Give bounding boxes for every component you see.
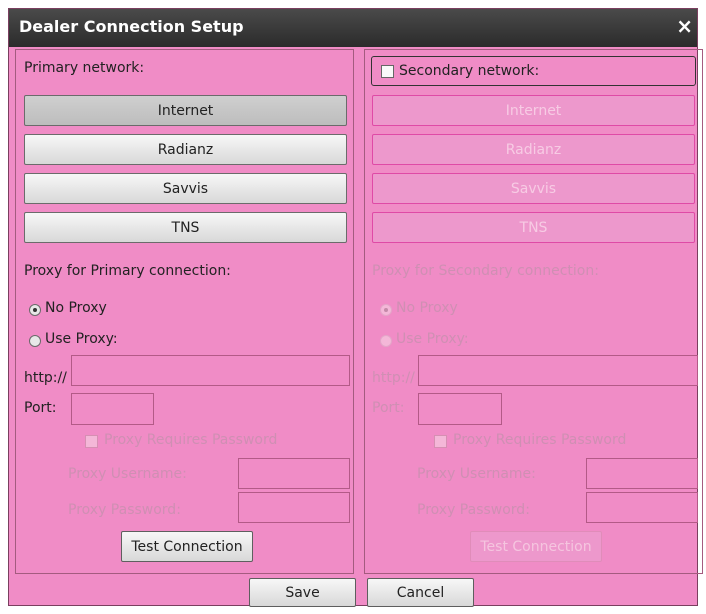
secondary-port-input[interactable]: [418, 393, 502, 425]
primary-no-proxy-radio[interactable]: [29, 304, 41, 316]
save-button[interactable]: Save: [249, 578, 356, 607]
secondary-no-proxy-radio[interactable]: [380, 304, 392, 316]
secondary-username-label: Proxy Username:: [417, 466, 536, 482]
primary-use-proxy-radio[interactable]: [29, 335, 41, 347]
secondary-network-toggle[interactable]: Secondary network:: [371, 56, 696, 86]
primary-test-connection-button[interactable]: Test Connection: [121, 531, 253, 562]
primary-proxy-url-input[interactable]: [71, 355, 350, 386]
secondary-network-tns[interactable]: TNS: [372, 212, 695, 243]
secondary-test-connection-button[interactable]: Test Connection: [470, 531, 602, 562]
secondary-no-proxy-label: No Proxy: [396, 300, 458, 316]
secondary-network-internet[interactable]: Internet: [372, 95, 695, 126]
primary-panel: Primary network: Internet Radianz Savvis…: [15, 49, 354, 574]
secondary-network-savvis[interactable]: Savvis: [372, 173, 695, 204]
secondary-network-label: Secondary network:: [399, 63, 540, 79]
close-icon[interactable]: ×: [676, 16, 693, 36]
primary-use-proxy-label: Use Proxy:: [45, 331, 118, 347]
title-bar: Dealer Connection Setup ×: [9, 9, 697, 47]
secondary-username-input[interactable]: [586, 458, 698, 489]
secondary-proxy-url-input[interactable]: [418, 355, 698, 386]
primary-network-radianz[interactable]: Radianz: [24, 134, 347, 165]
secondary-use-proxy-label: Use Proxy:: [396, 331, 469, 347]
secondary-network-radianz[interactable]: Radianz: [372, 134, 695, 165]
dialog-footer: Save Cancel: [9, 574, 697, 607]
primary-network-label: Primary network:: [24, 60, 145, 76]
primary-password-label: Proxy Password:: [68, 502, 181, 518]
primary-username-input[interactable]: [238, 458, 350, 489]
cancel-button[interactable]: Cancel: [367, 578, 474, 607]
secondary-network-checkbox[interactable]: [381, 65, 394, 78]
dealer-connection-dialog: Dealer Connection Setup × Primary networ…: [8, 8, 703, 607]
secondary-requires-password-label: Proxy Requires Password: [453, 432, 627, 448]
dialog-title: Dealer Connection Setup: [19, 17, 244, 36]
secondary-password-input[interactable]: [586, 492, 698, 523]
secondary-use-proxy-radio[interactable]: [380, 335, 392, 347]
primary-network-tns[interactable]: TNS: [24, 212, 347, 243]
primary-requires-password-checkbox[interactable]: [85, 435, 98, 448]
secondary-proxy-heading: Proxy for Secondary connection:: [372, 263, 599, 279]
primary-network-savvis[interactable]: Savvis: [24, 173, 347, 204]
secondary-port-label: Port:: [372, 400, 405, 416]
primary-proxy-heading: Proxy for Primary connection:: [24, 263, 231, 279]
secondary-password-label: Proxy Password:: [417, 502, 530, 518]
secondary-requires-password-checkbox[interactable]: [434, 435, 447, 448]
primary-network-internet[interactable]: Internet: [24, 95, 347, 126]
primary-password-input[interactable]: [238, 492, 350, 523]
primary-no-proxy-label: No Proxy: [45, 300, 107, 316]
primary-http-label: http://: [24, 370, 67, 386]
secondary-panel: Secondary network: Internet Radianz Savv…: [364, 49, 703, 574]
primary-requires-password-label: Proxy Requires Password: [104, 432, 278, 448]
primary-username-label: Proxy Username:: [68, 466, 187, 482]
secondary-http-label: http://: [372, 370, 415, 386]
primary-port-label: Port:: [24, 400, 57, 416]
primary-port-input[interactable]: [71, 393, 154, 425]
